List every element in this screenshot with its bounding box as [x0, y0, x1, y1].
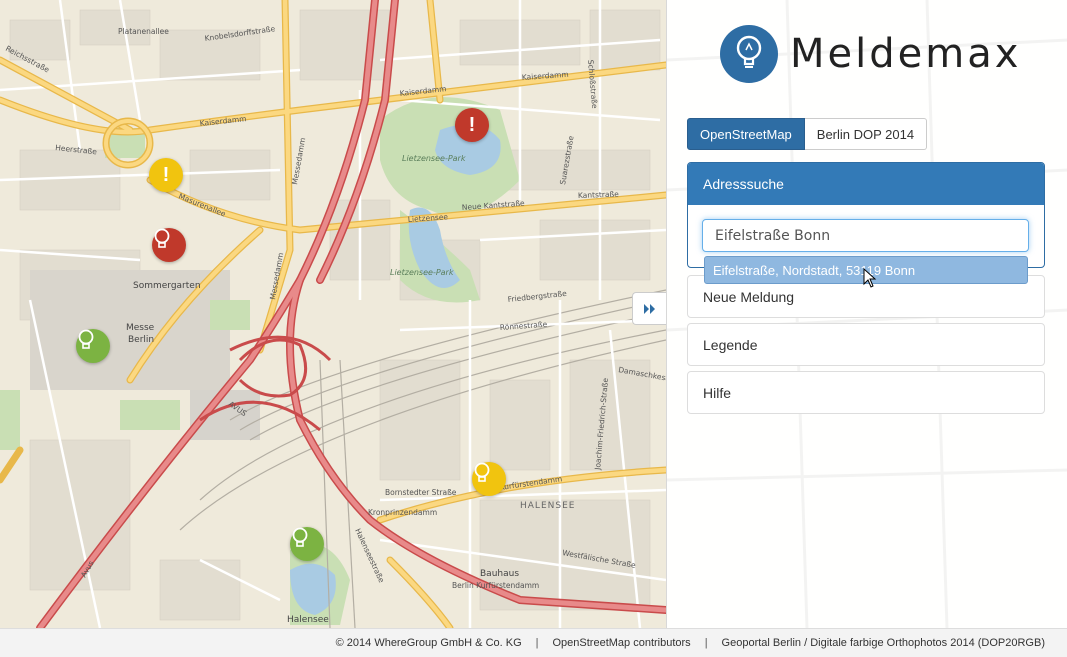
sidebar-collapse-button[interactable] [632, 292, 666, 325]
report-marker-lightbulb-green-2[interactable] [290, 527, 324, 561]
street-bornstedter: Bornstedter Straße [385, 488, 457, 497]
report-marker-warning-red[interactable]: ! [455, 108, 489, 142]
double-chevron-right-icon [643, 303, 655, 314]
lightbulb-icon [292, 527, 308, 547]
report-marker-lightbulb-green[interactable] [76, 329, 110, 363]
panel-legend-heading[interactable]: Legende [688, 324, 1044, 366]
place-messe: Messe [126, 323, 155, 333]
app-logo: Meldemax [720, 24, 1021, 84]
place-sommergarten: Sommergarten [133, 281, 201, 291]
footer-separator: | [704, 637, 708, 649]
report-marker-lightbulb-yellow[interactable] [472, 462, 506, 496]
report-marker-warning-yellow[interactable]: ! [149, 158, 183, 192]
place-lietzensee-park: Lietzensee-Park [402, 154, 466, 163]
layer-switcher: OpenStreetMap Berlin DOP 2014 [687, 118, 928, 150]
osm-attribution-link[interactable]: OpenStreetMap contributors [553, 637, 691, 649]
layer-tab-berlin-dop[interactable]: Berlin DOP 2014 [804, 118, 928, 150]
address-search-input[interactable] [702, 219, 1029, 252]
street-kronprinzendamm: Kronprinzendamm [368, 508, 437, 517]
place-bauhaus: Bauhaus [480, 569, 519, 579]
panel-address-search: Adresssuche [687, 162, 1045, 268]
panel-legend[interactable]: Legende [687, 323, 1045, 366]
district-halensee: HALENSEE [520, 501, 575, 511]
geoportal-attribution-link[interactable]: Geoportal Berlin / Digitale farbige Orth… [722, 637, 1045, 649]
place-lietzensee-park-south: Lietzensee-Park [390, 268, 454, 277]
lightbulb-icon [474, 462, 490, 482]
map-canvas[interactable]: Platanenallee Knobelsdorffstraße Reichss… [0, 0, 666, 628]
mouse-pointer-icon [863, 268, 877, 288]
panel-help[interactable]: Hilfe [687, 371, 1045, 414]
map-view[interactable]: Platanenallee Knobelsdorffstraße Reichss… [0, 0, 666, 628]
panel-help-heading[interactable]: Hilfe [688, 372, 1044, 414]
lightbulb-icon [78, 329, 94, 349]
panel-address-search-heading[interactable]: Adresssuche [688, 163, 1044, 205]
place-berlin: Berlin [128, 335, 154, 345]
exclamation-icon: ! [468, 113, 476, 136]
street-platanenallee: Platanenallee [118, 27, 169, 36]
street-berlin-kudamm: Berlin Kurfürstendamm [452, 581, 539, 590]
report-marker-lightbulb-red[interactable] [152, 228, 186, 262]
layer-tab-openstreetmap[interactable]: OpenStreetMap [687, 118, 805, 150]
sidebar: Meldemax OpenStreetMap Berlin DOP 2014 A… [666, 0, 1067, 628]
brand-name: Meldemax [790, 31, 1022, 77]
copyright-text: © 2014 WhereGroup GmbH & Co. KG [335, 637, 522, 649]
street-kantstrasse: Kantstraße [578, 190, 620, 200]
lightbulb-icon [154, 228, 170, 248]
attribution-footer: © 2014 WhereGroup GmbH & Co. KG | OpenSt… [0, 628, 1067, 657]
place-halensee: Halensee [287, 615, 329, 625]
lightbulb-icon [720, 25, 778, 83]
footer-separator: | [535, 637, 539, 649]
exclamation-icon: ! [162, 163, 170, 186]
